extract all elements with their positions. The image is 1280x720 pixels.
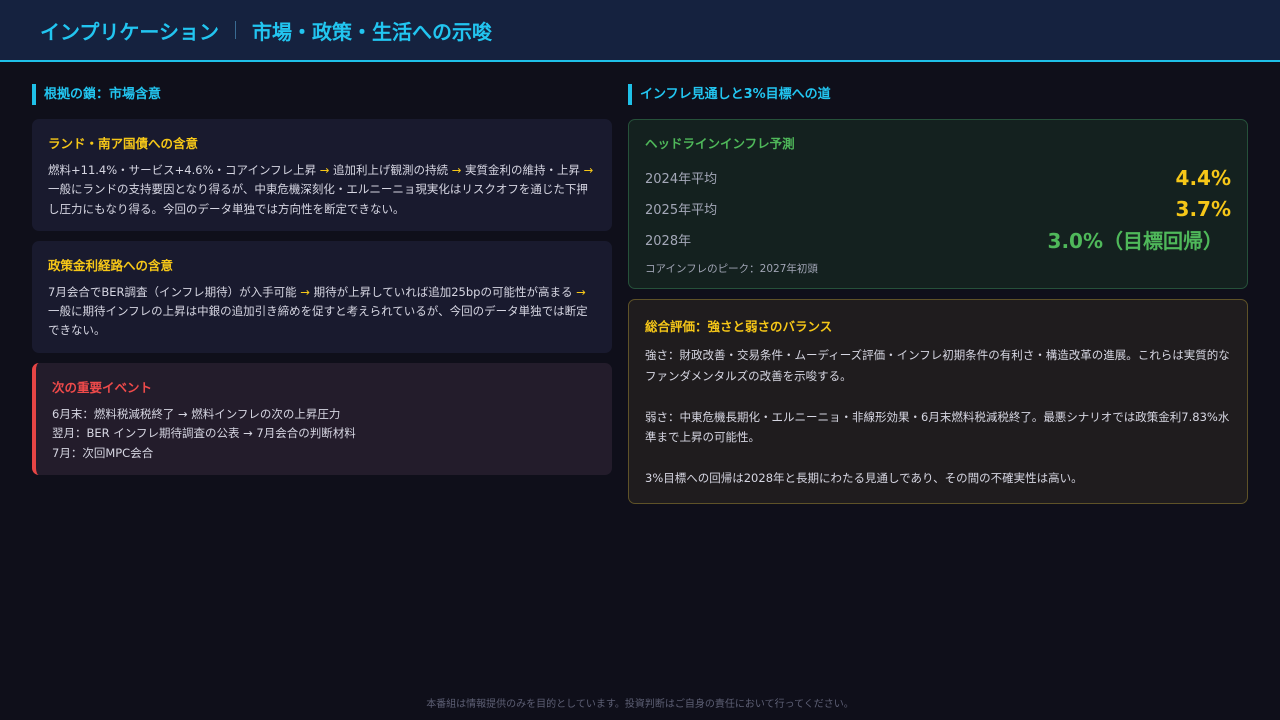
assessment-title: 総合評価：強さと弱さのバランス xyxy=(645,319,833,334)
arrow-icon: → xyxy=(576,284,586,299)
rand-text-4: 一般にランドの支持要因となり得るが、中東危機深刻化・エルニーニョ現実化はリスクオ… xyxy=(48,182,588,216)
forecast-label: 2024年平均 xyxy=(645,172,718,187)
right-column: インフレ見通しと3%目標への道 ヘッドラインインフレ予測 2024年平均 4.4… xyxy=(628,84,1248,504)
forecast-label: 2025年平均 xyxy=(645,203,718,218)
forecast-value: 3.7% xyxy=(1175,196,1231,221)
policy-rate-card-text: 7月会合でBER調査（インフレ期待）が入手可能 → 期待が上昇していれば追加25… xyxy=(48,283,596,341)
policy-rate-card: 政策金利経路への含意 7月会合でBER調査（インフレ期待）が入手可能 → 期待が… xyxy=(32,240,612,353)
policy-text-1: 7月会合でBER調査（インフレ期待）が入手可能 xyxy=(48,284,301,299)
policy-rate-card-title: 政策金利経路への含意 xyxy=(48,257,174,273)
arrow-icon: → xyxy=(451,163,462,177)
policy-text-2: 期待が上昇していれば追加25bpの可能性が高まる xyxy=(309,284,577,299)
header-divider xyxy=(235,21,236,39)
rand-bond-card-text: 燃料+11.4%・サービス+4.6%・コアインフレ上昇 → 追加利上げ観測の持続… xyxy=(48,161,596,219)
overall-assessment-card: 総合評価：強さと弱さのバランス 強さ：財政改善・交易条件・ムーディーズ評価・イン… xyxy=(628,299,1248,504)
arrow-icon: → xyxy=(319,163,330,177)
inflation-forecast-card: ヘッドラインインフレ予測 2024年平均 4.4% 2025年平均 3.7% 2… xyxy=(628,119,1248,289)
core-inflation-note: コアインフレのピーク：2027年初頭 xyxy=(645,263,818,275)
event-line: 7月：次回MPC会合 xyxy=(52,445,154,460)
rand-bond-card: ランド・南ア国債への含意 燃料+11.4%・サービス+4.6%・コアインフレ上昇… xyxy=(32,119,612,231)
weaknesses-paragraph: 弱さ：中東危機長期化・エルニーニョ・非線形効果・6月末燃料税減税終了。最悪シナリ… xyxy=(645,409,1230,445)
forecast-row: 2028年 3.0%（目標回帰） xyxy=(645,224,1231,255)
key-events-card: 次の重要イベント 6月末：燃料税減税終了 → 燃料インフレの次の上昇圧力 翌月：… xyxy=(32,362,612,476)
arrow-icon: → xyxy=(583,163,594,177)
forecast-title: ヘッドラインインフレ予測 xyxy=(645,136,795,151)
forecast-value: 3.0%（目標回帰） xyxy=(1047,229,1223,253)
rand-text-3: 実質金利の維持・上昇 xyxy=(461,163,584,177)
event-line: 6月末：燃料税減税終了 → 燃料インフレの次の上昇圧力 xyxy=(52,406,341,421)
forecast-row: 2024年平均 4.4% xyxy=(645,162,1231,193)
rand-bond-card-title: ランド・南ア国債への含意 xyxy=(48,136,199,151)
footer-disclaimer: 本番組は情報提供のみを目的としています。投資判断はご自身の責任において行ってくだ… xyxy=(426,699,854,710)
strengths-paragraph: 強さ：財政改善・交易条件・ムーディーズ評価・インフレ初期条件の有利さ・構造改革の… xyxy=(645,348,1230,383)
left-section-title: 根拠の鎖：市場含意 xyxy=(32,84,612,105)
left-column: 根拠の鎖：市場含意 ランド・南ア国債への含意 燃料+11.4%・サービス+4.6… xyxy=(32,84,612,504)
event-line: 翌月：BER インフレ期待調査の公表 → 7月会合の判断材料 xyxy=(52,426,356,441)
rand-text-2: 追加利上げ観測の持続 xyxy=(329,163,452,177)
policy-text-3: 一般に期待インフレの上昇は中銀の追加引き締めを促すと考えられているが、今回のデー… xyxy=(48,304,588,338)
page-header: インプリケーション 市場・政策・生活への示唆 xyxy=(0,0,1280,62)
main-content: 根拠の鎖：市場含意 ランド・南ア国債への含意 燃料+11.4%・サービス+4.6… xyxy=(32,84,1248,504)
rand-text-1: 燃料+11.4%・サービス+4.6%・コアインフレ上昇 xyxy=(48,163,320,177)
arrow-icon: → xyxy=(300,284,310,299)
key-events-title: 次の重要イベント xyxy=(52,379,153,395)
forecast-row: 2025年平均 3.7% xyxy=(645,193,1231,224)
header-title-right: 市場・政策・生活への示唆 xyxy=(252,19,492,44)
header-title-left: インプリケーション xyxy=(40,19,219,44)
forecast-label: 2028年 xyxy=(645,234,692,249)
forecast-value: 4.4% xyxy=(1175,165,1231,190)
right-section-title: インフレ見通しと3%目標への道 xyxy=(628,84,1248,105)
target-outlook-paragraph: 3%目標への回帰は2028年と長期にわたる見通しであり、その間の不確実性は高い。 xyxy=(645,471,1083,485)
